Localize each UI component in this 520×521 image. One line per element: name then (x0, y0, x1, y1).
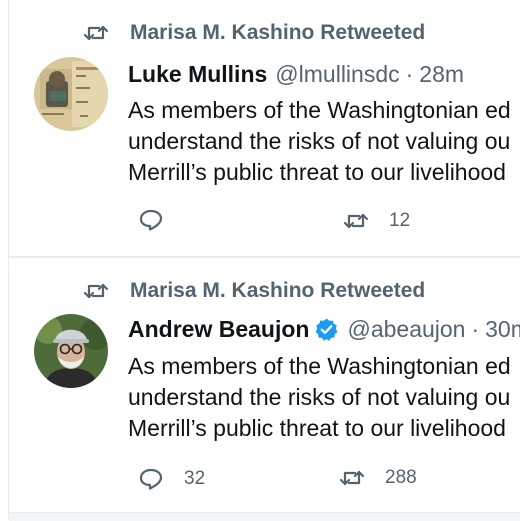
retweet-count: 12 (389, 210, 411, 231)
tweet-text: As members of the Washingtonian ed under… (128, 351, 511, 444)
separator-dot: · (405, 60, 414, 87)
retweeted-by-label[interactable]: Marisa M. Kashino Retweeted (130, 21, 425, 45)
separator-dot: · (471, 315, 480, 342)
author-handle[interactable]: @abeaujon (347, 316, 465, 343)
retweet-icon (83, 283, 109, 299)
tweet-header: Luke Mullins @lmullinsdc · 28m (128, 59, 464, 89)
retweet-icon (343, 213, 369, 229)
retweet-button[interactable]: 288 (339, 466, 417, 490)
tweet-text-line: Merrill’s public threat to our livelihoo… (128, 415, 506, 441)
tweet-text: As members of the Washingtonian ed under… (128, 95, 511, 188)
avatar-image (34, 314, 108, 388)
author-name[interactable]: Luke Mullins (128, 61, 267, 88)
avatar[interactable] (34, 57, 108, 131)
retweeted-by-label[interactable]: Marisa M. Kashino Retweeted (130, 279, 425, 303)
reply-icon (139, 209, 163, 231)
tweet-text-line: understand the risks of not valuing ou (128, 384, 511, 410)
tweet-text-line: As members of the Washingtonian ed (128, 97, 511, 123)
retweet-icon (83, 25, 109, 41)
reply-icon (139, 468, 163, 490)
author-handle[interactable]: @lmullinsdc (275, 61, 399, 88)
tweet-card[interactable]: Marisa M. Kashino Retweeted Luke Mullins… (9, 0, 520, 256)
retweet-count: 288 (385, 467, 417, 488)
tweet-text-line: As members of the Washingtonian ed (128, 353, 511, 379)
retweet-context: Marisa M. Kashino Retweeted (83, 18, 425, 48)
reply-button[interactable]: 32 (138, 467, 205, 491)
retweet-context: Marisa M. Kashino Retweeted (83, 276, 425, 306)
tweet-card[interactable]: Marisa M. Kashino Retweeted Andrew Beauj… (9, 258, 520, 512)
tweet-header: Andrew Beaujon @abeaujon · 30m (128, 314, 520, 344)
retweet-icon (339, 470, 365, 486)
timestamp[interactable]: 28m (419, 61, 464, 88)
tweet-text-line: understand the risks of not valuing ou (128, 128, 511, 154)
retweet-button[interactable]: 12 (343, 209, 410, 233)
reply-count: 32 (184, 468, 206, 489)
tweet-text-line: Merrill’s public threat to our livelihoo… (128, 159, 506, 185)
avatar-image (34, 57, 108, 131)
verified-badge-icon (316, 318, 338, 341)
author-name[interactable]: Andrew Beaujon (128, 316, 309, 343)
timestamp[interactable]: 30m (485, 316, 520, 343)
avatar[interactable] (34, 314, 108, 388)
reply-button[interactable] (138, 208, 186, 232)
